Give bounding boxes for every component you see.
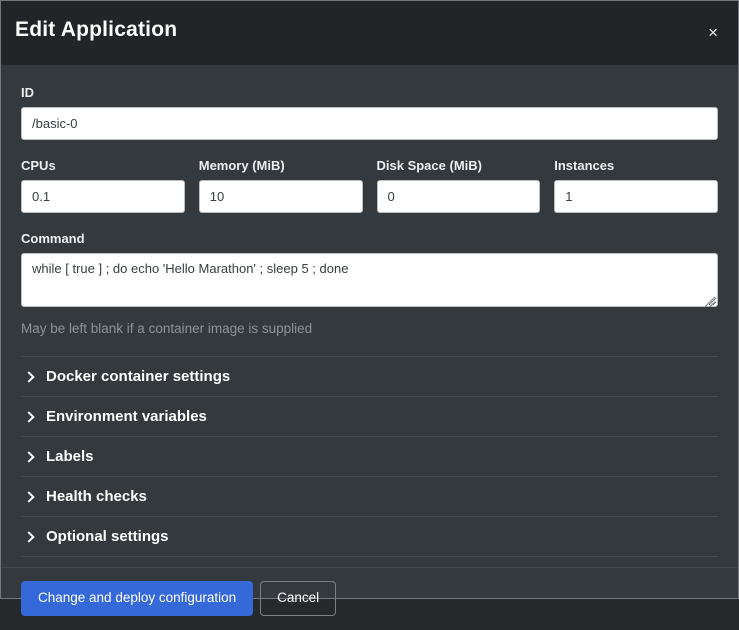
- collapsible-sections: Docker container settings Environment va…: [21, 356, 718, 557]
- deploy-button[interactable]: Change and deploy configuration: [21, 581, 253, 616]
- modal-body: ID CPUs Memory (MiB) Disk Space (MiB) In…: [1, 65, 738, 557]
- command-textarea-wrap: while [ true ] ; do echo 'Hello Marathon…: [21, 253, 718, 312]
- section-label: Health checks: [46, 488, 147, 505]
- cpus-field-group: CPUs: [21, 158, 185, 213]
- section-label: Labels: [46, 448, 94, 465]
- modal-footer: Change and deploy configuration Cancel: [1, 567, 738, 630]
- disk-input[interactable]: [377, 180, 541, 213]
- memory-input[interactable]: [199, 180, 363, 213]
- chevron-right-icon: [23, 451, 34, 462]
- chevron-right-icon: [23, 371, 34, 382]
- disk-field-label: Disk Space (MiB): [377, 158, 541, 173]
- section-health-checks[interactable]: Health checks: [21, 476, 718, 516]
- close-icon: ×: [708, 23, 718, 42]
- command-help-text: May be left blank if a container image i…: [21, 321, 718, 336]
- edit-application-modal: Edit Application × ID CPUs Memory (MiB) …: [0, 0, 739, 599]
- cpus-input[interactable]: [21, 180, 185, 213]
- command-field-group: Command while [ true ] ; do echo 'Hello …: [21, 231, 718, 336]
- close-button[interactable]: ×: [706, 20, 720, 45]
- command-textarea[interactable]: while [ true ] ; do echo 'Hello Marathon…: [21, 253, 718, 307]
- section-label: Environment variables: [46, 408, 207, 425]
- section-optional-settings[interactable]: Optional settings: [21, 516, 718, 557]
- id-field-label: ID: [21, 85, 718, 100]
- instances-input[interactable]: [554, 180, 718, 213]
- section-label: Optional settings: [46, 528, 169, 545]
- memory-field-group: Memory (MiB): [199, 158, 363, 213]
- modal-header: Edit Application ×: [1, 1, 738, 65]
- resources-row: CPUs Memory (MiB) Disk Space (MiB) Insta…: [21, 158, 718, 213]
- modal-title: Edit Application: [15, 18, 177, 42]
- command-field-label: Command: [21, 231, 718, 246]
- disk-field-group: Disk Space (MiB): [377, 158, 541, 213]
- section-docker-container-settings[interactable]: Docker container settings: [21, 356, 718, 396]
- id-input[interactable]: [21, 107, 718, 140]
- id-field-group: ID: [21, 85, 718, 140]
- section-environment-variables[interactable]: Environment variables: [21, 396, 718, 436]
- cancel-button[interactable]: Cancel: [260, 581, 336, 616]
- instances-field-group: Instances: [554, 158, 718, 213]
- chevron-right-icon: [23, 531, 34, 542]
- section-label: Docker container settings: [46, 368, 230, 385]
- memory-field-label: Memory (MiB): [199, 158, 363, 173]
- section-labels[interactable]: Labels: [21, 436, 718, 476]
- instances-field-label: Instances: [554, 158, 718, 173]
- chevron-right-icon: [23, 411, 34, 422]
- chevron-right-icon: [23, 491, 34, 502]
- cpus-field-label: CPUs: [21, 158, 185, 173]
